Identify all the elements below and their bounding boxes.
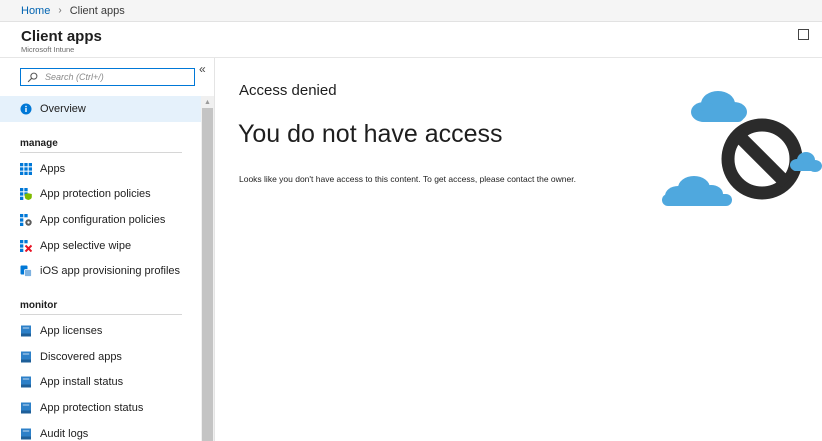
sidebar-item-app-configuration-policies[interactable]: App configuration policies	[0, 207, 201, 233]
scroll-thumb[interactable]	[202, 108, 213, 441]
report-icon	[21, 325, 31, 337]
nav-scrollbar[interactable]: ▲	[201, 96, 214, 441]
sidebar-item-ios-app-provisioning-profiles[interactable]: iOS app provisioning profiles	[0, 258, 201, 284]
sidebar-item-label: Discovered apps	[40, 350, 122, 363]
sidebar-item-label: Overview	[40, 102, 86, 115]
sidebar-item-overview[interactable]: Overview	[0, 96, 201, 122]
sidebar-item-discovered-apps[interactable]: Discovered apps	[0, 344, 201, 370]
nav-list: Overview manage Apps App protection poli…	[0, 96, 201, 441]
sidebar-item-apps[interactable]: Apps	[0, 156, 201, 182]
page-subtitle: Microsoft Intune	[21, 45, 75, 54]
sidebar-item-label: App selective wipe	[40, 239, 132, 252]
sidebar-item-app-selective-wipe[interactable]: App selective wipe	[0, 233, 201, 259]
app-protection-icon	[20, 188, 32, 201]
access-denied-heading: Access denied	[239, 82, 337, 99]
no-entry-icon	[721, 118, 803, 200]
cloud-icon	[662, 176, 732, 206]
access-denied-title: You do not have access	[238, 120, 503, 148]
provisioning-icon	[20, 265, 32, 278]
sidebar-item-audit-logs[interactable]: Audit logs	[0, 421, 201, 441]
report-icon	[21, 351, 31, 363]
sidebar-item-app-protection-status[interactable]: App protection status	[0, 395, 201, 421]
breadcrumb-home-link[interactable]: Home	[21, 5, 50, 17]
sidebar-item-label: iOS app provisioning profiles	[40, 265, 181, 278]
left-nav: « Overview manage Apps	[0, 58, 215, 441]
sidebar-item-label: App protection policies	[40, 188, 151, 201]
sidebar-item-label: App protection status	[40, 402, 144, 415]
cloud-icon	[691, 91, 747, 122]
scroll-up-icon[interactable]: ▲	[201, 96, 214, 108]
report-icon	[21, 376, 31, 388]
search-input[interactable]	[45, 72, 185, 82]
access-denied-message: Looks like you don't have access to this…	[239, 174, 576, 184]
selective-wipe-icon	[20, 239, 32, 252]
maximize-icon[interactable]	[798, 29, 809, 40]
sidebar-item-app-install-status[interactable]: App install status	[0, 370, 201, 396]
app-config-icon	[20, 213, 32, 226]
access-denied-illustration	[662, 91, 822, 206]
sidebar-item-label: App install status	[40, 376, 124, 389]
breadcrumb-current: Client apps	[69, 4, 125, 17]
section-header-monitor: monitor	[20, 300, 58, 312]
page-title: Client apps	[21, 28, 102, 45]
sidebar-item-app-licenses[interactable]: App licenses	[0, 318, 201, 344]
section-divider	[20, 151, 182, 153]
breadcrumb: Home › Client apps	[0, 0, 822, 22]
collapse-menu-icon[interactable]: «	[199, 63, 206, 75]
apps-grid-icon	[20, 162, 32, 175]
sidebar-item-label: Audit logs	[40, 427, 89, 440]
search-icon	[27, 72, 38, 82]
sidebar-item-label: App configuration policies	[40, 213, 166, 226]
sidebar-item-label: App licenses	[40, 324, 103, 337]
section-header-manage: manage	[20, 137, 58, 149]
info-icon	[20, 103, 32, 115]
report-icon	[21, 402, 31, 414]
sidebar-item-app-protection-policies[interactable]: App protection policies	[0, 181, 201, 207]
report-icon	[21, 428, 31, 440]
main-content: Access denied You do not have access Loo…	[216, 58, 822, 441]
breadcrumb-separator-icon: ›	[58, 5, 62, 16]
sidebar-item-label: Apps	[40, 162, 66, 175]
section-divider	[20, 314, 182, 316]
blade-header: Client apps Microsoft Intune	[0, 22, 822, 58]
search-box[interactable]	[20, 68, 195, 86]
